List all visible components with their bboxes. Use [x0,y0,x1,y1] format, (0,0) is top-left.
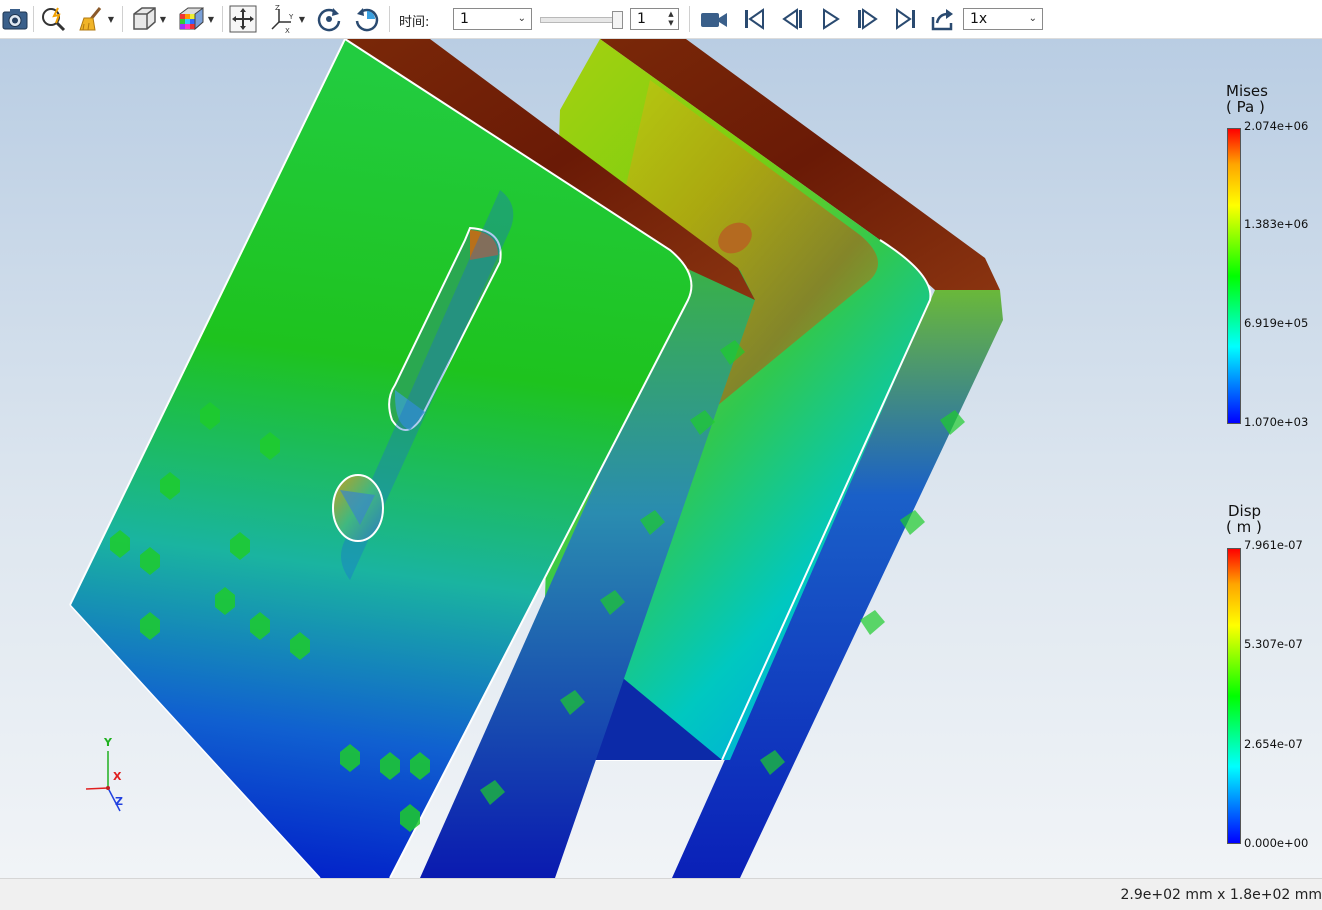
x-axis-label: X [113,770,122,783]
rotate-cw-button[interactable] [312,4,346,34]
disp-legend-title: Disp [1228,502,1262,520]
disp-color-bar [1227,548,1241,844]
screenshot-button[interactable] [0,4,30,34]
mises-color-bar [1227,128,1241,424]
mises-legend-title: Mises [1226,82,1268,100]
view-cube-icon [133,7,156,30]
render-mode-button[interactable]: ▼ [172,4,218,34]
speed-select-value: 1x [970,11,988,27]
disp-tick-max: 7.961e-07 [1244,538,1303,552]
mises-tick-2: 1.383e+06 [1244,217,1309,231]
disp-tick-min: 0.000e+00 [1244,836,1309,850]
step-back-button[interactable] [776,4,808,34]
chevron-down-icon: ▼ [159,14,167,24]
zoom-fit-button[interactable] [38,4,70,34]
x-axis-line [85,787,109,790]
mises-tick-3: 6.919e+05 [1244,316,1309,330]
axis-orient-icon: Z Y X [271,4,294,34]
rotate-ccw-icon [355,8,379,32]
video-record-icon [701,13,727,27]
mises-tick-max: 2.074e+06 [1244,119,1309,133]
toolbar: ▼ ▼ ▼ Z Y X ▼ 时间: 1 ⌄ 1 ▲ ▼ 1x ⌄ [0,0,1322,39]
record-button[interactable] [697,4,731,34]
play-icon [823,8,840,30]
step-back-icon [782,8,802,30]
zoom-fit-icon [42,7,66,32]
export-icon [931,9,953,31]
rotate-ccw-button[interactable] [350,4,384,34]
play-button[interactable] [814,4,846,34]
chevron-down-icon: ▼ [207,14,215,24]
svg-text:X: X [285,27,290,34]
svg-text:Y: Y [288,13,294,21]
time-select[interactable]: 1 ⌄ [453,8,532,30]
disp-tick-2: 5.307e-07 [1244,637,1303,651]
spin-up-icon[interactable]: ▲ [665,10,677,19]
last-frame-button[interactable] [890,4,922,34]
view-mode-button[interactable]: ▼ [126,4,170,34]
chevron-down-icon: ⌄ [517,13,526,24]
clear-button[interactable]: ▼ [74,4,118,34]
clear-brush-icon [79,7,102,31]
3d-viewport[interactable]: Mises ( Pa ) 2.074e+06 1.383e+06 6.919e+… [0,39,1322,878]
disp-tick-3: 2.654e-07 [1244,737,1303,751]
export-button[interactable] [927,4,959,34]
fem-model-render[interactable] [0,39,1322,878]
time-slider-handle[interactable] [612,11,623,29]
status-bar: 2.9e+02 mm x 1.8e+02 mm [0,878,1322,910]
skip-last-icon [896,8,915,30]
time-label: 时间: [399,15,430,30]
model-dimensions: 2.9e+02 mm x 1.8e+02 mm [1120,887,1322,903]
rotate-cw-icon [317,8,341,32]
chevron-down-icon: ⌄ [1028,13,1037,24]
pan-icon [229,5,257,33]
frame-spinbox-value: 1 [637,11,646,27]
frame-spinbox[interactable]: 1 ▲ ▼ [630,8,679,30]
z-axis-label: Z [115,795,123,808]
time-slider[interactable] [540,17,622,23]
disp-legend-unit: ( m ) [1226,518,1262,536]
step-forward-icon [858,8,878,30]
svg-text:Z: Z [275,4,280,12]
axis-orient-button[interactable]: Z Y X ▼ [264,4,308,34]
camera-icon [2,9,28,30]
first-frame-button[interactable] [738,4,770,34]
chevron-down-icon: ▼ [107,14,115,24]
chevron-down-icon: ▼ [298,14,306,24]
y-axis-label: Y [104,736,112,749]
mises-tick-min: 1.070e+03 [1244,415,1309,429]
speed-select[interactable]: 1x ⌄ [963,8,1043,30]
pan-button[interactable] [227,4,259,34]
time-select-value: 1 [460,11,469,27]
skip-first-icon [745,8,764,30]
step-forward-button[interactable] [852,4,884,34]
mises-legend-unit: ( Pa ) [1226,98,1265,116]
spin-down-icon[interactable]: ▼ [665,19,677,28]
color-cube-icon [179,7,204,31]
